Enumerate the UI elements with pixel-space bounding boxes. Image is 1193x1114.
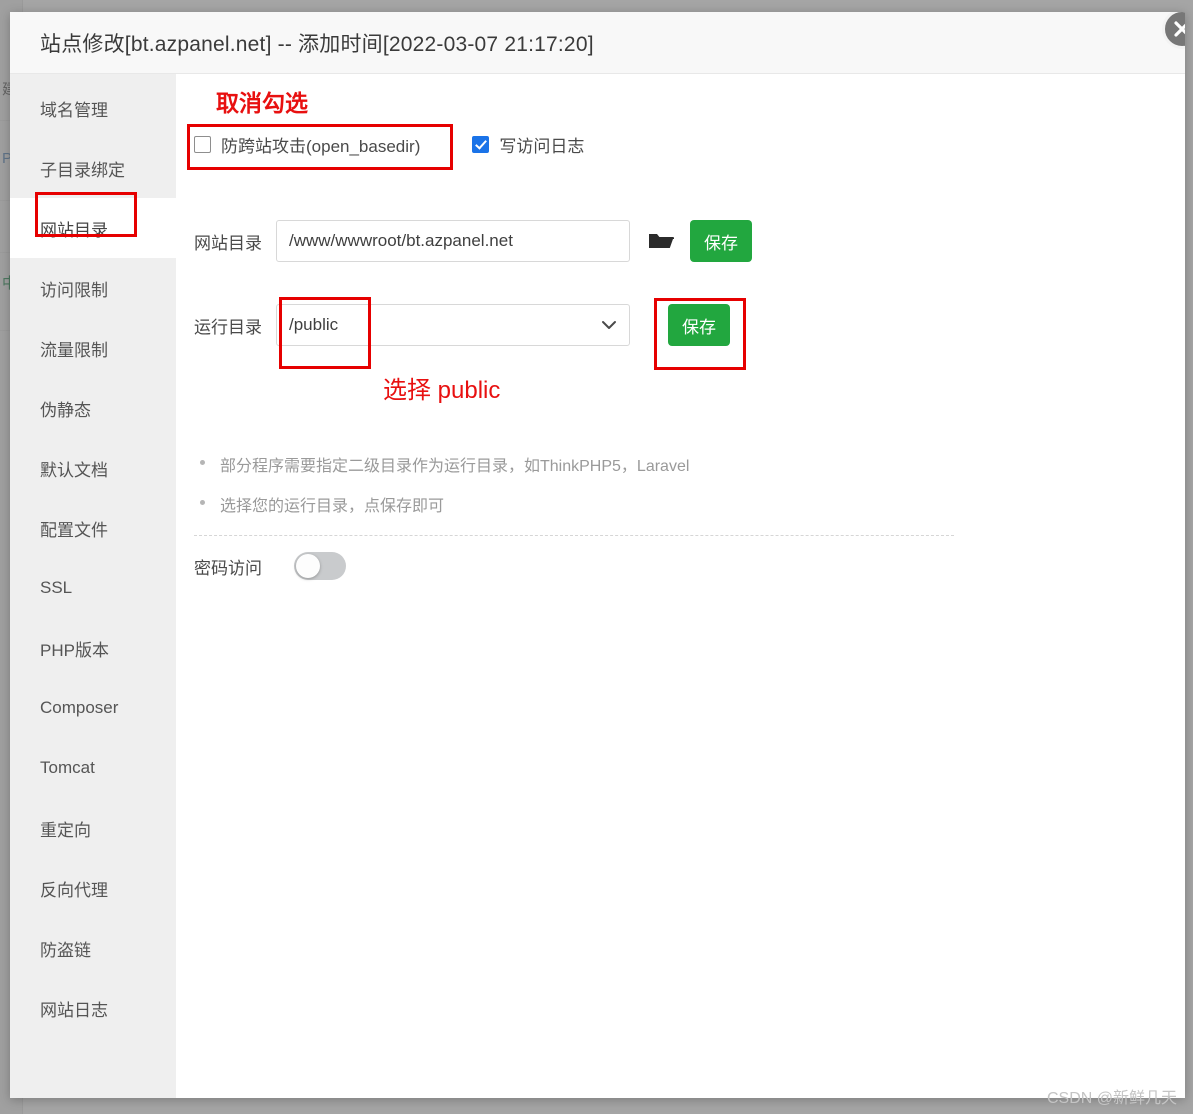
sidebar-item-label: Tomcat	[40, 758, 95, 778]
close-icon	[1165, 12, 1185, 46]
sidebar-item-domain-management[interactable]: 域名管理	[10, 78, 176, 138]
password-access-label: 密码访问	[194, 554, 262, 579]
sidebar-item-label: SSL	[40, 578, 72, 598]
sidebar-item-label: 子目录绑定	[40, 156, 125, 181]
site-directory-input[interactable]	[276, 220, 630, 262]
run-directory-row: 运行目录 /public 保存	[194, 304, 730, 346]
close-button[interactable]	[1162, 12, 1185, 49]
sidebar-item-label: 访问限制	[40, 276, 108, 301]
open-basedir-checkbox[interactable]	[194, 136, 211, 153]
sidebar-item-php-version[interactable]: PHP版本	[10, 618, 176, 678]
save-run-directory-button[interactable]: 保存	[668, 304, 730, 346]
sidebar-item-config-file[interactable]: 配置文件	[10, 498, 176, 558]
site-directory-label: 网站目录	[194, 229, 276, 254]
sidebar-item-label: 网站目录	[40, 216, 108, 241]
folder-icon[interactable]	[648, 231, 674, 251]
dialog-sidebar: 域名管理 子目录绑定 网站目录 访问限制 流量限制 伪静态 默认文档 配置文件 …	[10, 74, 176, 1098]
toggle-knob	[296, 554, 320, 578]
dialog-body: 域名管理 子目录绑定 网站目录 访问限制 流量限制 伪静态 默认文档 配置文件 …	[10, 74, 1185, 1098]
sidebar-item-website-directory[interactable]: 网站目录	[10, 198, 176, 258]
sidebar-item-label: 默认文档	[40, 456, 108, 481]
sidebar-item-ssl[interactable]: SSL	[10, 558, 176, 618]
write-access-log-label: 写访问日志	[499, 132, 584, 157]
password-access-toggle[interactable]	[294, 552, 346, 580]
sidebar-item-label: 重定向	[40, 816, 91, 841]
annotation-cancel-check: 取消勾选	[216, 84, 308, 118]
dialog-title: 站点修改[bt.azpanel.net] -- 添加时间[2022-03-07 …	[40, 28, 594, 58]
sidebar-item-default-document[interactable]: 默认文档	[10, 438, 176, 498]
section-divider	[194, 535, 954, 536]
sidebar-item-label: 反向代理	[40, 876, 108, 901]
help-item: 部分程序需要指定二级目录作为运行目录，如ThinkPHP5，Laravel	[194, 452, 689, 476]
sidebar-item-label: 防盗链	[40, 936, 91, 961]
watermark: CSDN @新鲜几天	[1047, 1084, 1177, 1108]
annotation-select-public: 选择 public	[383, 370, 500, 405]
sidebar-item-label: 流量限制	[40, 336, 108, 361]
write-access-log-checkbox[interactable]	[472, 136, 489, 153]
run-directory-selected-value[interactable]: /public	[276, 304, 630, 346]
sidebar-item-subdirectory-binding[interactable]: 子目录绑定	[10, 138, 176, 198]
sidebar-item-traffic-limit[interactable]: 流量限制	[10, 318, 176, 378]
sidebar-item-label: Composer	[40, 698, 118, 718]
sidebar-item-rewrite[interactable]: 伪静态	[10, 378, 176, 438]
run-directory-label: 运行目录	[194, 313, 276, 338]
site-directory-row: 网站目录 保存	[194, 220, 752, 262]
sidebar-item-reverse-proxy[interactable]: 反向代理	[10, 858, 176, 918]
help-item: 选择您的运行目录，点保存即可	[194, 492, 689, 516]
open-basedir-label: 防跨站攻击(open_basedir)	[221, 132, 420, 157]
sidebar-item-label: 伪静态	[40, 396, 91, 421]
sidebar-item-label: PHP版本	[40, 636, 109, 661]
sidebar-item-label: 网站日志	[40, 996, 108, 1021]
save-site-directory-button[interactable]: 保存	[690, 220, 752, 262]
open-basedir-option[interactable]: 防跨站攻击(open_basedir)	[194, 132, 420, 157]
help-list: 部分程序需要指定二级目录作为运行目录，如ThinkPHP5，Laravel 选择…	[194, 452, 689, 532]
sidebar-item-tomcat[interactable]: Tomcat	[10, 738, 176, 798]
sidebar-item-access-restriction[interactable]: 访问限制	[10, 258, 176, 318]
dialog-content: 防跨站攻击(open_basedir) 写访问日志 网站目录 保存	[176, 74, 1185, 1098]
sidebar-item-website-log[interactable]: 网站日志	[10, 978, 176, 1038]
sidebar-item-label: 配置文件	[40, 516, 108, 541]
sidebar-item-label: 域名管理	[40, 96, 108, 121]
options-row: 防跨站攻击(open_basedir) 写访问日志	[194, 132, 584, 157]
dialog-header: 站点修改[bt.azpanel.net] -- 添加时间[2022-03-07 …	[10, 12, 1185, 74]
sidebar-item-redirect[interactable]: 重定向	[10, 798, 176, 858]
sidebar-item-composer[interactable]: Composer	[10, 678, 176, 738]
site-edit-dialog: 站点修改[bt.azpanel.net] -- 添加时间[2022-03-07 …	[10, 12, 1185, 1098]
password-access-row: 密码访问	[194, 552, 346, 580]
sidebar-item-anti-leech[interactable]: 防盗链	[10, 918, 176, 978]
run-directory-select[interactable]: /public	[276, 304, 630, 346]
write-access-log-option[interactable]: 写访问日志	[472, 132, 584, 157]
